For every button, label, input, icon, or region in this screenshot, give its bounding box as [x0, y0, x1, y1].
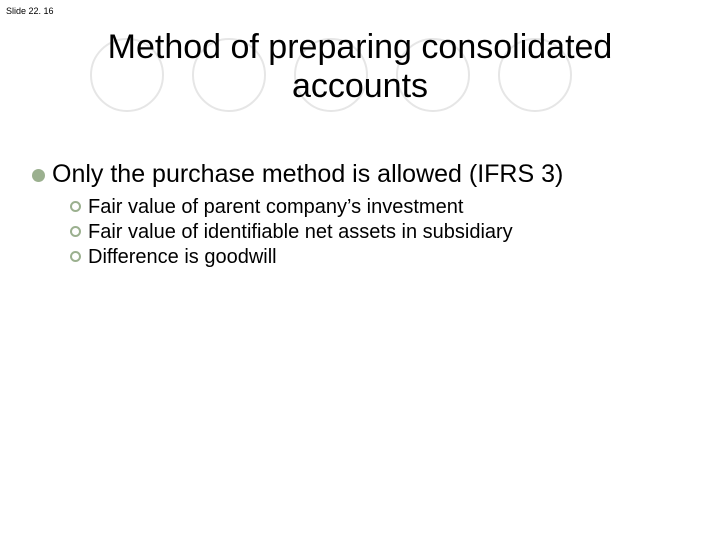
sub-bullet-text: Fair value of parent company’s investmen…	[88, 195, 463, 220]
sub-bullet: Fair value of parent company’s investmen…	[70, 195, 700, 220]
bullet-ring-icon	[70, 201, 81, 212]
bullet-ring-icon	[70, 226, 81, 237]
sub-bullet-text: Fair value of identifiable net assets in…	[88, 220, 513, 245]
bullet-ring-icon	[70, 251, 81, 262]
slide-content: Only the purchase method is allowed (IFR…	[32, 160, 700, 270]
bullet-dot-icon	[32, 169, 45, 182]
main-bullet: Only the purchase method is allowed (IFR…	[32, 160, 700, 189]
slide-title: Method of preparing consolidated account…	[0, 28, 720, 106]
slide-number: Slide 22. 16	[6, 6, 54, 16]
sub-bullet: Fair value of identifiable net assets in…	[70, 220, 700, 245]
main-bullet-text: Only the purchase method is allowed (IFR…	[52, 160, 563, 189]
sub-bullet-text: Difference is goodwill	[88, 245, 277, 270]
sub-bullet-list: Fair value of parent company’s investmen…	[70, 195, 700, 270]
sub-bullet: Difference is goodwill	[70, 245, 700, 270]
